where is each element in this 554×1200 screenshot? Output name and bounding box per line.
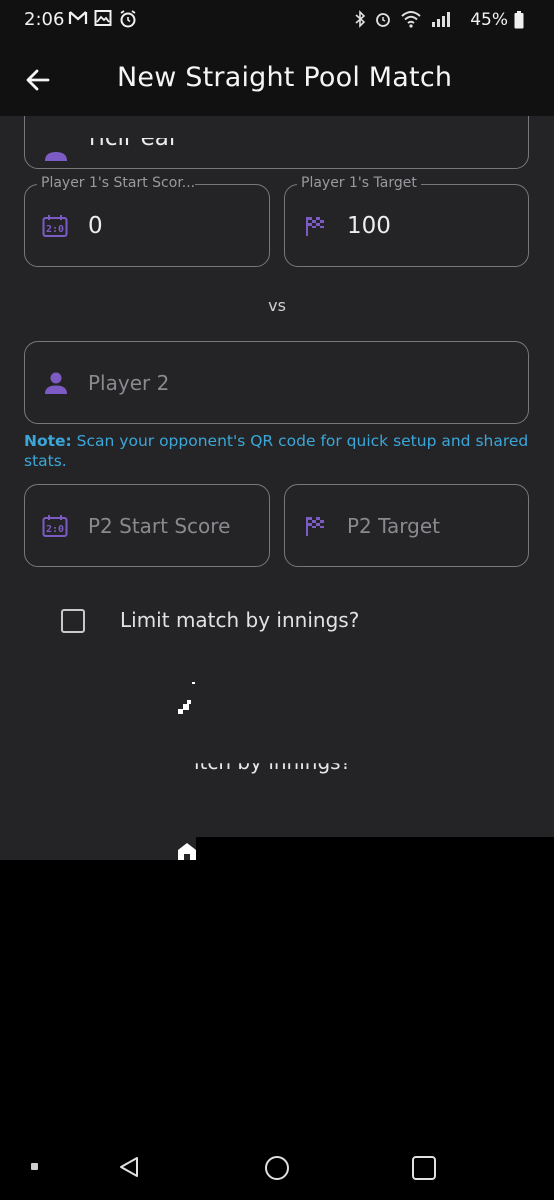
- page-title: New Straight Pool Match: [117, 62, 453, 93]
- player1-start-score-field[interactable]: Player 1's Start Scor... 2:0 0: [24, 175, 270, 267]
- bluetooth-icon: [355, 10, 366, 28]
- battery-percent: 45%: [470, 10, 508, 30]
- player2-start-score-field[interactable]: 2:0 P2 Start Score: [24, 484, 270, 567]
- alarm-sync-icon: [120, 10, 136, 28]
- back-button[interactable]: [20, 62, 56, 98]
- match-form: ricir eai Player 1's Start Scor... 2:0 0…: [0, 116, 554, 860]
- person-icon: [45, 372, 67, 394]
- nav-indicator: [31, 1163, 38, 1170]
- status-notification-icons: [68, 9, 138, 29]
- scoreboard-icon: 2:0: [42, 514, 68, 537]
- gmail-icon: [68, 11, 88, 24]
- status-bar: 2:06 45%: [0, 0, 554, 40]
- status-system-icons: [354, 10, 456, 28]
- player2-target-placeholder: P2 Target: [347, 513, 441, 538]
- checkered-flag-icon: [306, 516, 324, 536]
- player2-name-field[interactable]: Player 2: [24, 341, 529, 424]
- person-icon: [45, 152, 67, 161]
- signal-icon: [432, 12, 450, 27]
- render-artifact: [178, 843, 196, 860]
- player1-target-field[interactable]: Player 1's Target 100: [284, 175, 529, 267]
- player1-start-score-value: 0: [88, 212, 103, 239]
- system-nav-bar: [0, 1130, 554, 1200]
- limit-innings-checkbox[interactable]: [61, 609, 85, 633]
- svg-text:2:0: 2:0: [46, 524, 64, 535]
- home-icon[interactable]: [264, 1155, 290, 1181]
- back-icon[interactable]: [117, 1155, 141, 1179]
- render-artifact: [178, 709, 183, 714]
- gallery-icon: [94, 10, 112, 26]
- black-overlay: [196, 837, 554, 860]
- alarm-icon: [376, 13, 390, 27]
- scoreboard-icon: 2:0: [42, 214, 68, 237]
- player1-target-value: 100: [347, 212, 391, 239]
- render-artifact: [187, 700, 191, 704]
- wifi-icon: [401, 11, 421, 28]
- back-arrow-icon: [26, 69, 50, 91]
- vs-label: vs: [268, 296, 286, 315]
- battery-icon: [514, 11, 524, 29]
- player1-name-field[interactable]: ricir eai: [24, 116, 529, 169]
- player2-start-score-placeholder: P2 Start Score: [88, 513, 231, 538]
- note-body: Scan your opponent's QR code for quick s…: [24, 432, 529, 470]
- recents-icon[interactable]: [411, 1155, 437, 1181]
- player2-target-field[interactable]: P2 Target: [284, 484, 529, 567]
- qr-note: Note: Scan your opponent's QR code for q…: [24, 431, 534, 471]
- render-artifact: [183, 704, 189, 710]
- checkered-flag-icon: [306, 216, 324, 236]
- render-artifact: [192, 682, 195, 684]
- player1-start-score-label: Player 1's Start Scor...: [37, 175, 195, 191]
- app-bar: New Straight Pool Match: [0, 40, 554, 116]
- player1-target-label: Player 1's Target: [297, 175, 421, 191]
- note-prefix: Note:: [24, 432, 72, 450]
- player2-name-placeholder: Player 2: [88, 370, 170, 395]
- player1-name-value: ricir eai: [89, 125, 176, 151]
- ghost-label: itch by innings?: [194, 750, 352, 774]
- limit-innings-label[interactable]: Limit match by innings?: [120, 608, 359, 632]
- status-time: 2:06: [24, 9, 65, 30]
- svg-text:2:0: 2:0: [46, 224, 64, 235]
